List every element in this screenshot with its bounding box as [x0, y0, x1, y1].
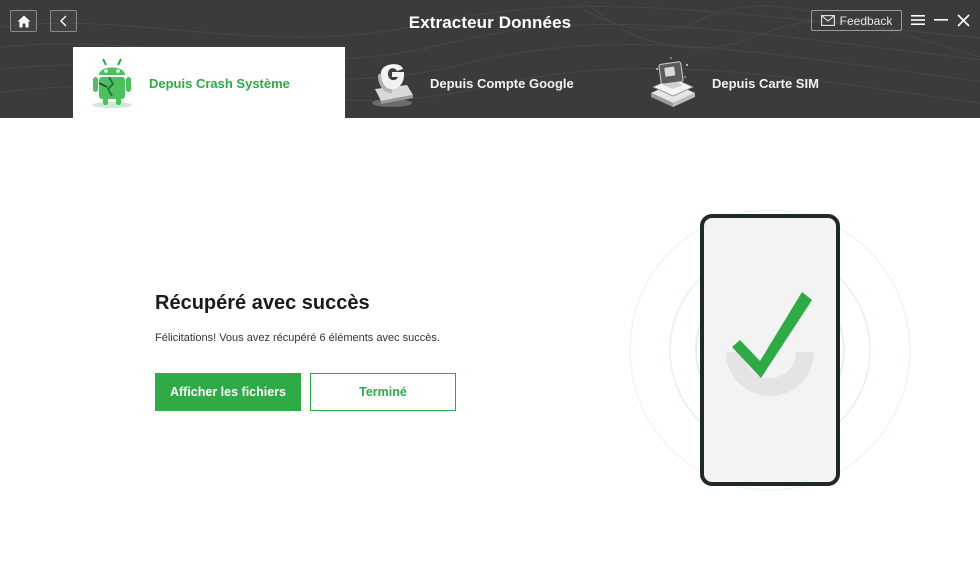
tab-google-account[interactable]: Depuis Compte Google	[345, 47, 625, 118]
title-bar: Extracteur Données Feedback Depuis Crash…	[0, 0, 980, 118]
google-account-icon	[372, 64, 413, 107]
tab-sim-card-label: Depuis Carte SIM	[712, 76, 819, 91]
menu-icon	[911, 15, 925, 25]
sim-card-icon	[651, 57, 695, 107]
phone-checkmark-icon	[629, 209, 911, 491]
result-message: Félicitations! Vous avez récupéré 6 élém…	[155, 332, 440, 344]
close-button[interactable]	[955, 12, 971, 28]
mail-icon	[820, 15, 835, 26]
tab-google-account-label: Depuis Compte Google	[430, 76, 574, 91]
minimize-button[interactable]	[933, 12, 949, 28]
minimize-icon	[934, 19, 948, 21]
done-button[interactable]: Terminé	[310, 373, 456, 411]
tab-crash-system-label: Depuis Crash Système	[149, 76, 290, 91]
feedback-button[interactable]: Feedback	[811, 10, 902, 31]
result-title: Récupéré avec succès	[155, 292, 370, 314]
android-crash-icon	[92, 58, 132, 108]
view-files-button[interactable]: Afficher les fichiers	[155, 373, 301, 411]
feedback-label: Feedback	[839, 13, 893, 28]
close-icon	[956, 13, 970, 27]
menu-button[interactable]	[910, 12, 926, 28]
tab-sim-card[interactable]: Depuis Carte SIM	[625, 47, 905, 118]
tab-crash-system[interactable]: Depuis Crash Système	[73, 47, 345, 118]
